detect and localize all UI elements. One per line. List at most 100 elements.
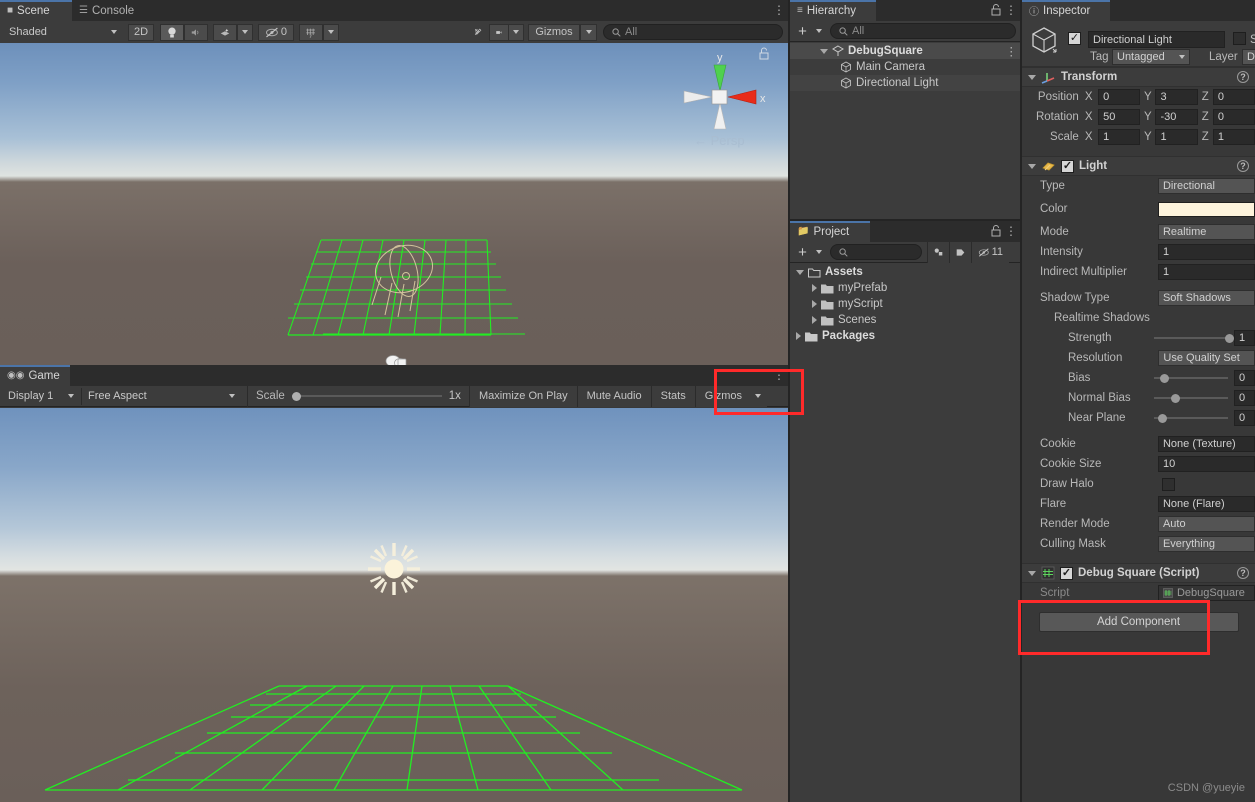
- position-y-field[interactable]: 3: [1155, 89, 1198, 105]
- panel-divider-right[interactable]: [1020, 0, 1022, 802]
- position-x-field[interactable]: 0: [1098, 89, 1141, 105]
- shadow-strength-field[interactable]: 1: [1233, 330, 1255, 346]
- tab-console[interactable]: ☰ Console: [72, 0, 150, 21]
- light-indirect-field[interactable]: 1: [1157, 264, 1255, 280]
- rotation-z-field[interactable]: 0: [1212, 109, 1255, 125]
- scene-hidden-objects-toggle[interactable]: 0: [258, 23, 294, 41]
- project-hidden-toggle[interactable]: 11: [971, 241, 1009, 263]
- light-shadow-type-dropdown[interactable]: Soft Shadows: [1157, 290, 1255, 306]
- project-filter-type-button[interactable]: [927, 241, 949, 263]
- hierarchy-add-button[interactable]: +: [793, 22, 812, 40]
- hierarchy-row-kebab-menu-icon[interactable]: ⋮: [1006, 44, 1018, 58]
- project-item-packages[interactable]: Packages: [790, 328, 1022, 344]
- chevron-right-icon[interactable]: [796, 332, 801, 340]
- project-add-button[interactable]: +: [793, 243, 812, 261]
- script-object-field[interactable]: DebugSquare: [1157, 585, 1255, 601]
- scene-camera-dropdown[interactable]: [509, 23, 524, 41]
- shadow-strength-slider[interactable]: [1154, 331, 1235, 345]
- shadow-normal-bias-field[interactable]: 0: [1233, 390, 1255, 406]
- scene-viewport[interactable]: y x ← Persp: [0, 43, 790, 365]
- tab-hierarchy[interactable]: ≡ Hierarchy: [790, 0, 876, 21]
- help-icon[interactable]: ?: [1237, 160, 1249, 172]
- game-gizmos-button[interactable]: Gizmos: [694, 385, 749, 407]
- hierarchy-add-dropdown[interactable]: [812, 22, 826, 40]
- script-enabled-checkbox[interactable]: ✓: [1060, 566, 1073, 580]
- help-icon[interactable]: ?: [1237, 71, 1249, 83]
- hierarchy-item-debugsquare[interactable]: DebugSquare ⋮: [790, 43, 1022, 59]
- shadow-near-plane-field[interactable]: 0: [1233, 410, 1255, 426]
- static-checkbox[interactable]: [1233, 32, 1246, 45]
- light-color-swatch[interactable]: [1158, 201, 1255, 217]
- light-intensity-field[interactable]: 1: [1157, 244, 1255, 260]
- shadow-bias-slider[interactable]: [1154, 371, 1228, 385]
- scene-lighting-toggle[interactable]: [160, 23, 184, 41]
- scene-gizmos-dropdown[interactable]: [580, 23, 597, 41]
- scene-search-input[interactable]: All: [603, 24, 783, 40]
- game-scale-slider[interactable]: [291, 389, 442, 403]
- project-add-dropdown[interactable]: [812, 243, 826, 261]
- chevron-down-icon[interactable]: [1028, 163, 1036, 169]
- scene-fx-dropdown[interactable]: [237, 23, 253, 41]
- rotation-y-field[interactable]: -30: [1155, 109, 1198, 125]
- script-component-header[interactable]: ✓ Debug Square (Script) ?: [1022, 563, 1255, 583]
- light-cookie-field[interactable]: None (Texture): [1157, 436, 1255, 452]
- toggle-2d-button[interactable]: 2D: [128, 23, 154, 41]
- chevron-down-icon[interactable]: [1028, 570, 1036, 576]
- chevron-right-icon[interactable]: [812, 300, 817, 308]
- object-enabled-checkbox[interactable]: ✓: [1068, 32, 1081, 45]
- game-kebab-menu-icon[interactable]: ⋮: [772, 367, 786, 383]
- scene-fx-toggle[interactable]: [213, 23, 237, 41]
- scene-camera-button[interactable]: [489, 23, 509, 41]
- scene-grid-dropdown[interactable]: [323, 23, 339, 41]
- chevron-down-icon[interactable]: [1028, 74, 1036, 80]
- tab-scene[interactable]: ■ Scene: [0, 0, 72, 21]
- panel-divider-left[interactable]: [788, 0, 790, 802]
- light-flare-field[interactable]: None (Flare): [1157, 496, 1255, 512]
- tab-inspector[interactable]: ⓘ Inspector: [1022, 0, 1110, 21]
- scene-tools-button[interactable]: [467, 23, 489, 41]
- light-component-header[interactable]: ✓ Light ?: [1022, 156, 1255, 176]
- project-filter-label-button[interactable]: [949, 241, 971, 263]
- chevron-right-icon[interactable]: [812, 284, 817, 292]
- light-draw-halo-checkbox[interactable]: [1162, 477, 1175, 491]
- light-enabled-checkbox[interactable]: ✓: [1061, 159, 1074, 173]
- hierarchy-item-directional-light[interactable]: Directional Light: [790, 75, 1022, 91]
- tag-dropdown[interactable]: Untagged: [1112, 49, 1190, 65]
- stats-button[interactable]: Stats: [650, 385, 695, 407]
- layer-dropdown[interactable]: Defau: [1242, 49, 1255, 65]
- chevron-right-icon[interactable]: [812, 316, 817, 324]
- project-item-scenes[interactable]: Scenes: [790, 312, 1022, 328]
- light-mode-dropdown[interactable]: Realtime: [1157, 224, 1255, 240]
- mute-audio-button[interactable]: Mute Audio: [576, 385, 651, 407]
- light-type-dropdown[interactable]: Directional: [1157, 178, 1255, 194]
- help-icon[interactable]: ?: [1237, 567, 1249, 579]
- light-render-mode-dropdown[interactable]: Auto: [1157, 516, 1255, 532]
- transform-component-header[interactable]: Transform ?: [1022, 67, 1255, 87]
- scene-grid-visibility-toggle[interactable]: y: [299, 23, 323, 41]
- project-search-input[interactable]: [830, 244, 922, 260]
- project-lock-icon[interactable]: [991, 225, 1001, 240]
- shading-mode-dropdown[interactable]: Shaded: [2, 23, 122, 41]
- hierarchy-item-main-camera[interactable]: Main Camera: [790, 59, 1022, 75]
- hierarchy-kebab-menu-icon[interactable]: ⋮: [1004, 2, 1018, 18]
- maximize-on-play-button[interactable]: Maximize On Play: [468, 385, 577, 407]
- scene-gizmos-button[interactable]: Gizmos: [528, 23, 580, 41]
- shadow-bias-field[interactable]: 0: [1233, 370, 1255, 386]
- game-gizmos-dropdown[interactable]: [748, 385, 767, 407]
- scale-z-field[interactable]: 1: [1212, 129, 1255, 145]
- shadow-normal-bias-slider[interactable]: [1154, 391, 1228, 405]
- scale-y-field[interactable]: 1: [1155, 129, 1198, 145]
- project-item-myscript[interactable]: myScript: [790, 296, 1022, 312]
- scale-x-field[interactable]: 1: [1098, 129, 1141, 145]
- game-aspect-dropdown[interactable]: Free Aspect: [81, 387, 239, 405]
- scene-orientation-gizmo[interactable]: y x ← Persp: [672, 45, 782, 165]
- hierarchy-lock-icon[interactable]: [991, 4, 1001, 19]
- panel-divider-hierarchy-project[interactable]: [790, 219, 1022, 221]
- chevron-down-icon[interactable]: [820, 48, 828, 54]
- game-display-dropdown[interactable]: Display 1: [1, 387, 79, 405]
- scene-audio-toggle[interactable]: [184, 23, 208, 41]
- project-item-assets[interactable]: Assets: [790, 264, 1022, 280]
- chevron-down-icon[interactable]: [796, 269, 804, 275]
- light-culling-mask-dropdown[interactable]: Everything: [1157, 536, 1255, 552]
- shadow-resolution-dropdown[interactable]: Use Quality Set: [1158, 350, 1255, 366]
